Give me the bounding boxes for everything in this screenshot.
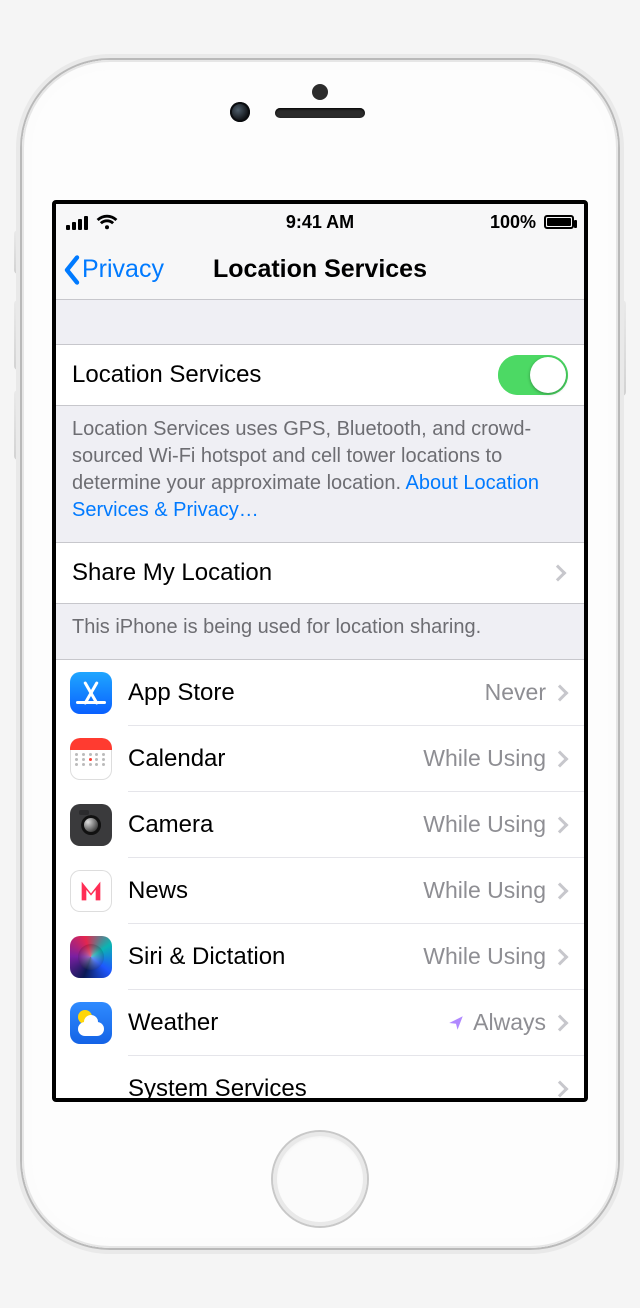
app-permission-value: While Using — [423, 811, 546, 838]
chevron-right-icon — [552, 948, 569, 965]
app-permission-value: Always — [447, 1009, 546, 1036]
system-services-row[interactable]: System Services — [56, 1056, 584, 1102]
wifi-icon — [96, 214, 118, 230]
app-row-siri[interactable]: Siri & Dictation While Using — [56, 924, 584, 990]
share-my-location-footer: This iPhone is being used for location s… — [56, 604, 584, 659]
chevron-right-icon — [552, 750, 569, 767]
app-row-news[interactable]: News While Using — [56, 858, 584, 924]
news-app-icon — [70, 870, 112, 912]
app-permissions-list: App Store Never Calendar While Using — [56, 659, 584, 1102]
location-services-toggle-row[interactable]: Location Services — [56, 344, 584, 406]
app-row-camera[interactable]: Camera While Using — [56, 792, 584, 858]
app-name-label: Siri & Dictation — [128, 943, 423, 971]
location-services-toggle-label: Location Services — [72, 361, 498, 389]
iphone-device-frame: 9:41 AM 100% Privacy Location Services — [22, 60, 618, 1248]
share-my-location-row[interactable]: Share My Location — [56, 542, 584, 604]
cellular-signal-icon — [66, 214, 88, 230]
app-name-label: App Store — [128, 679, 485, 707]
app-permission-value: Never — [485, 679, 546, 706]
app-permission-value: While Using — [423, 943, 546, 970]
chevron-right-icon — [552, 1014, 569, 1031]
status-bar: 9:41 AM 100% — [56, 204, 584, 240]
app-name-label: News — [128, 877, 423, 905]
phone-volume-down — [14, 390, 22, 460]
chevron-right-icon — [552, 1081, 569, 1098]
earpiece-icon — [275, 108, 365, 118]
app-row-appstore[interactable]: App Store Never — [56, 660, 584, 726]
share-my-location-label: Share My Location — [72, 559, 552, 587]
front-camera-icon — [230, 102, 250, 122]
app-name-label: System Services — [128, 1075, 554, 1102]
phone-power-button — [618, 300, 626, 396]
chevron-right-icon — [552, 882, 569, 899]
phone-volume-up — [14, 300, 22, 370]
weather-app-icon — [70, 1002, 112, 1044]
camera-app-icon — [70, 804, 112, 846]
app-permission-value: While Using — [423, 745, 546, 772]
location-services-switch[interactable] — [498, 355, 568, 395]
app-row-weather[interactable]: Weather Always — [56, 990, 584, 1056]
app-name-label: Calendar — [128, 745, 423, 773]
location-arrow-icon — [447, 1014, 465, 1032]
screen: 9:41 AM 100% Privacy Location Services — [52, 200, 588, 1102]
phone-mute-switch — [14, 230, 22, 274]
battery-icon — [544, 215, 574, 229]
home-button[interactable] — [273, 1132, 367, 1226]
back-button-label: Privacy — [82, 255, 164, 284]
nav-bar: Privacy Location Services — [56, 240, 584, 300]
appstore-app-icon — [70, 672, 112, 714]
app-name-label: Weather — [128, 1009, 447, 1037]
chevron-right-icon — [552, 816, 569, 833]
back-button[interactable]: Privacy — [62, 240, 164, 299]
app-permission-value: While Using — [423, 877, 546, 904]
proximity-sensor-icon — [312, 84, 328, 100]
location-services-footer: Location Services uses GPS, Bluetooth, a… — [56, 406, 584, 542]
section-spacer — [56, 300, 584, 344]
chevron-right-icon — [552, 684, 569, 701]
chevron-right-icon — [550, 565, 567, 582]
app-row-calendar[interactable]: Calendar While Using — [56, 726, 584, 792]
siri-app-icon — [70, 936, 112, 978]
app-name-label: Camera — [128, 811, 423, 839]
calendar-app-icon — [70, 738, 112, 780]
chevron-left-icon — [62, 255, 82, 285]
battery-percentage: 100% — [490, 212, 536, 233]
